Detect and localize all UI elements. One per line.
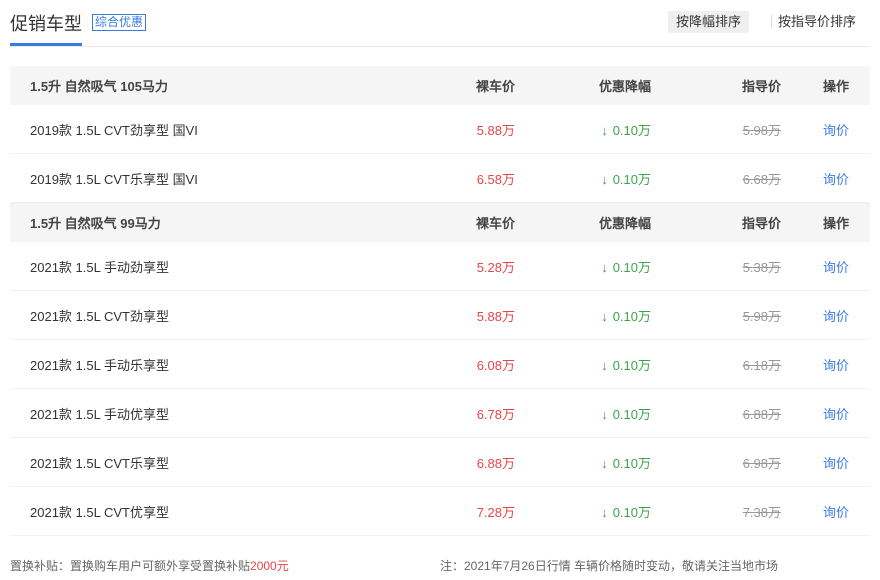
inquire-link[interactable]: 询价: [781, 437, 870, 487]
discount-cell: ↓ 0.10万: [515, 153, 651, 203]
title-underline: [10, 43, 82, 46]
discount-value: 0.10万: [612, 259, 651, 275]
model-name: 2021款 1.5L 手动乐享型: [10, 339, 430, 389]
arrow-down-icon: ↓: [601, 259, 608, 275]
inquire-link[interactable]: 询价: [781, 242, 870, 291]
table-row: 2021款 1.5L 手动优享型 6.78万 ↓ 0.10万 6.88万 询价: [10, 388, 870, 438]
guide-price: 6.98万: [651, 437, 781, 487]
inquire-link[interactable]: 询价: [781, 290, 870, 340]
bare-price: 5.88万: [430, 290, 515, 340]
inquire-link[interactable]: 询价: [781, 339, 870, 389]
col-header-price: 裸车价: [430, 202, 515, 242]
inquire-link[interactable]: 询价: [781, 153, 870, 203]
group-header-row: 1.5升 自然吸气 99马力 裸车价 优惠降幅 指导价 操作: [10, 202, 870, 242]
guide-price: 6.18万: [651, 339, 781, 389]
arrow-down-icon: ↓: [601, 308, 608, 324]
bare-price: 5.28万: [430, 242, 515, 291]
discount-value: 0.10万: [612, 357, 651, 373]
col-header-op: 操作: [781, 202, 870, 242]
table-row: 2021款 1.5L CVT优享型 7.28万 ↓ 0.10万 7.38万 询价: [10, 486, 870, 536]
inquire-link[interactable]: 询价: [781, 486, 870, 536]
table-row: 2021款 1.5L 手动劲享型 5.28万 ↓ 0.10万 5.38万 询价: [10, 242, 870, 291]
inquire-link[interactable]: 询价: [781, 388, 870, 438]
discount-value: 0.10万: [612, 122, 651, 138]
section-header: 促销车型 综合优惠 按降幅排序 按指导价排序: [10, 0, 870, 47]
bare-price: 6.58万: [430, 153, 515, 203]
bare-price: 7.28万: [430, 486, 515, 536]
sort-by-discount-button[interactable]: 按降幅排序: [668, 11, 750, 33]
discount-value: 0.10万: [612, 455, 651, 471]
discount-cell: ↓ 0.10万: [515, 339, 651, 389]
col-header-guide: 指导价: [651, 66, 781, 105]
table-row: 2021款 1.5L CVT劲享型 5.88万 ↓ 0.10万 5.98万 询价: [10, 290, 870, 340]
group-engine-label: 1.5升 自然吸气 99马力: [10, 202, 430, 242]
discount-value: 0.10万: [612, 308, 651, 324]
discount-value: 0.10万: [612, 504, 651, 520]
inquire-link[interactable]: 询价: [781, 105, 870, 154]
section-title: 促销车型: [10, 14, 82, 34]
arrow-down-icon: ↓: [601, 504, 608, 520]
discount-cell: ↓ 0.10万: [515, 105, 651, 154]
guide-price: 7.38万: [651, 486, 781, 536]
model-name: 2021款 1.5L 手动劲享型: [10, 242, 430, 291]
bare-price: 6.88万: [430, 437, 515, 487]
bare-price: 5.88万: [430, 105, 515, 154]
guide-price: 5.38万: [651, 242, 781, 291]
model-name: 2021款 1.5L 手动优享型: [10, 388, 430, 438]
discount-value: 0.10万: [612, 406, 651, 422]
model-name: 2021款 1.5L CVT优享型: [10, 486, 430, 536]
table-row: 2021款 1.5L 手动乐享型 6.08万 ↓ 0.10万 6.18万 询价: [10, 339, 870, 389]
model-name: 2019款 1.5L CVT乐享型 国VI: [10, 153, 430, 203]
bare-price: 6.78万: [430, 388, 515, 438]
discount-cell: ↓ 0.10万: [515, 437, 651, 487]
market-note: 注：2021年7月26日行情 车辆价格随时变动，敬请关注当地市场: [440, 559, 779, 573]
col-header-discount: 优惠降幅: [515, 66, 651, 105]
promo-table: 1.5升 自然吸气 105马力 裸车价 优惠降幅 指导价 操作 2019款 1.5L CV…: [10, 66, 870, 536]
col-header-guide: 指导价: [651, 202, 781, 242]
col-header-op: 操作: [781, 66, 870, 105]
trade-in-text: 置换补贴：置换购车用户可额外享受置换补贴: [10, 559, 251, 573]
table-row: 2019款 1.5L CVT乐享型 国VI 6.58万 ↓ 0.10万 6.68万 询价: [10, 153, 870, 203]
model-name: 2021款 1.5L CVT乐享型: [10, 437, 430, 487]
discount-cell: ↓ 0.10万: [515, 242, 651, 291]
trade-in-note: 置换补贴：置换购车用户可额外享受置换补贴2000元: [10, 557, 289, 574]
sort-by-guide-price-button[interactable]: 按指导价排序: [770, 11, 864, 33]
badge-comprehensive-discount[interactable]: 综合优惠: [92, 14, 147, 31]
bare-price: 6.08万: [430, 339, 515, 389]
discount-value: 0.10万: [612, 171, 651, 187]
guide-price: 5.98万: [651, 290, 781, 340]
discount-cell: ↓ 0.10万: [515, 388, 651, 438]
arrow-down-icon: ↓: [601, 455, 608, 471]
group-header-row: 1.5升 自然吸气 105马力 裸车价 优惠降幅 指导价 操作: [10, 66, 870, 105]
col-header-price: 裸车价: [430, 66, 515, 105]
discount-cell: ↓ 0.10万: [515, 290, 651, 340]
guide-price: 5.98万: [651, 105, 781, 154]
table-row: 2019款 1.5L CVT劲享型 国VI 5.88万 ↓ 0.10万 5.98万 询价: [10, 105, 870, 154]
model-name: 2021款 1.5L CVT劲享型: [10, 290, 430, 340]
group-engine-label: 1.5升 自然吸气 105马力: [10, 66, 430, 105]
guide-price: 6.88万: [651, 388, 781, 438]
arrow-down-icon: ↓: [601, 122, 608, 138]
discount-cell: ↓ 0.10万: [515, 486, 651, 536]
arrow-down-icon: ↓: [601, 357, 608, 373]
table-row: 2021款 1.5L CVT乐享型 6.88万 ↓ 0.10万 6.98万 询价: [10, 437, 870, 487]
model-name: 2019款 1.5L CVT劲享型 国VI: [10, 105, 430, 154]
arrow-down-icon: ↓: [601, 171, 608, 187]
guide-price: 6.68万: [651, 153, 781, 203]
trade-in-amount: 2000元: [250, 559, 289, 573]
arrow-down-icon: ↓: [601, 406, 608, 422]
col-header-discount: 优惠降幅: [515, 202, 651, 242]
